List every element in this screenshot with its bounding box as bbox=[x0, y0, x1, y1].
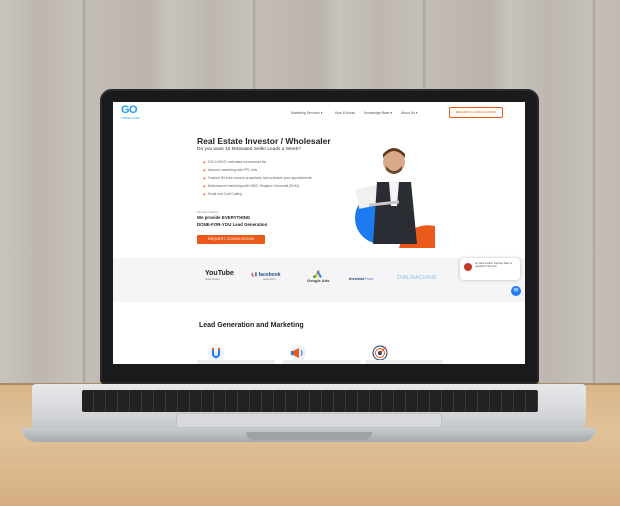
hero-bullet: Multichannel marketing with SMS, Ringles… bbox=[203, 184, 300, 188]
chat-bubble-icon[interactable]: ✉ bbox=[511, 286, 521, 296]
hero-title: Real Estate Investor / Wholesaler bbox=[197, 136, 331, 146]
nav-how-it-works[interactable]: How It Works bbox=[335, 111, 355, 115]
logo-text: GO bbox=[121, 104, 138, 116]
laptop-notch bbox=[246, 432, 372, 440]
hero-bullet: Email and Cold Calling bbox=[203, 192, 242, 196]
google-ads-logo: Google Ads bbox=[307, 269, 329, 283]
google-ads-icon bbox=[313, 270, 323, 278]
hero-subtitle: Do you want 10 Motivated Seller Leads a … bbox=[197, 147, 301, 152]
laptop-keyboard bbox=[82, 390, 538, 412]
investor-fuse-logo: InvestorFuse bbox=[349, 276, 373, 281]
site-navbar: GO FORECLOSE Marketing Services ▾ How It… bbox=[113, 102, 525, 128]
chat-message: Hi, How Could I Improve Save a question?… bbox=[475, 262, 512, 269]
investor-fuse-text-b: Fuse bbox=[364, 276, 374, 281]
feature-card-placeholder bbox=[283, 360, 361, 364]
dialmachine-logo: DIALMACHINE bbox=[397, 275, 438, 281]
facebook-logo: 📢 facebook advertising bbox=[251, 272, 281, 281]
laptop-trackpad bbox=[176, 413, 442, 428]
feature-card-placeholder bbox=[365, 360, 443, 364]
laptop-screen: GO FORECLOSE Marketing Services ▾ How It… bbox=[113, 102, 525, 364]
chat-agent-avatar bbox=[464, 263, 472, 271]
youtube-logo-text: YouTube bbox=[205, 270, 234, 277]
logo-subtext: FORECLOSE bbox=[121, 116, 140, 120]
hero-bullet: Tracked Hit Area owners proactively and … bbox=[203, 176, 312, 180]
youtube-logo-sub: Advertising bbox=[205, 277, 220, 281]
hero-businessman-image bbox=[355, 148, 435, 248]
nav-knowledge-base[interactable]: Knowledge Base ▾ bbox=[364, 111, 392, 115]
hero-bullet: EXCLUSIVE motivated homeowner list bbox=[203, 160, 266, 164]
nav-marketing-services[interactable]: Marketing Services ▾ bbox=[291, 111, 322, 115]
hero-provide-line-1: We provide EVERYTHING bbox=[197, 215, 251, 220]
nav-about-us[interactable]: About Us ▾ bbox=[401, 111, 418, 115]
investor-fuse-text-a: Investor bbox=[349, 276, 365, 281]
section-title: Lead Generation and Marketing bbox=[199, 322, 304, 329]
hero-small-label: We are creators bbox=[197, 210, 219, 214]
facebook-logo-sub: advertising bbox=[263, 278, 276, 281]
feature-card-placeholder bbox=[197, 360, 275, 364]
chat-popup[interactable]: Hi, How Could I Improve Save a question?… bbox=[460, 258, 520, 280]
hero-provide-line-2: DONE-FOR-YOU Lead Generation bbox=[197, 222, 268, 227]
google-ads-logo-text: Google Ads bbox=[307, 278, 330, 283]
request-consultation-button[interactable]: REQUEST CONSULTATION bbox=[197, 235, 265, 244]
request-consultation-nav-button[interactable]: REQUEST A CONSULTATION bbox=[449, 107, 503, 118]
hero-bullet: Inbound marketing with PPC Ads bbox=[203, 168, 258, 172]
site-logo[interactable]: GO FORECLOSE bbox=[121, 105, 145, 123]
youtube-logo: YouTube Advertising bbox=[205, 270, 234, 281]
megaphone-icon: 📢 bbox=[251, 272, 258, 278]
